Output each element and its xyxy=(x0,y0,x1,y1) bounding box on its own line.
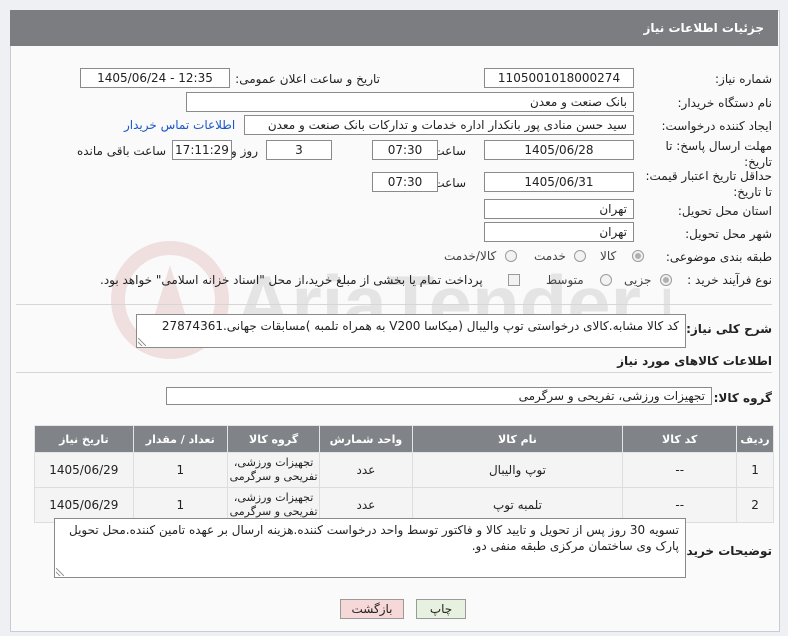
goods-group-label: گروه کالا: xyxy=(713,391,772,405)
description-label: شرح کلی نیاز: xyxy=(686,322,772,336)
category-radio-goods-service[interactable] xyxy=(505,250,517,262)
col-header-unit: واحد شمارش xyxy=(319,425,413,453)
print-button[interactable]: چاپ xyxy=(416,599,466,619)
category-option-goods: کالا xyxy=(600,249,617,263)
validity-time-label: ساعت xyxy=(433,176,466,190)
process-radio-medium[interactable] xyxy=(600,274,612,286)
cell-goods-group: تجهیزات ورزشی، تفریحی و سرگرمی xyxy=(226,452,321,488)
table-header-row: ردیف کد کالا نام کالا واحد شمارش گروه کا… xyxy=(34,425,774,453)
cell-goods-code: -- xyxy=(622,452,738,488)
validity-time-field: 07:30 xyxy=(372,172,438,192)
days-remaining-field: 3 xyxy=(266,140,332,160)
description-field: کد کالا مشابه.کالای درخواستی توپ والیبال… xyxy=(136,314,686,348)
category-radio-service[interactable] xyxy=(574,250,586,262)
need-number-label: شماره نیاز: xyxy=(715,72,772,86)
goods-table: ردیف کد کالا نام کالا واحد شمارش گروه کا… xyxy=(34,425,774,523)
cell-row-number: 1 xyxy=(736,452,774,488)
cell-goods-name: توپ والیبال xyxy=(411,452,624,488)
buyer-notes-text: تسویه 30 روز پس از تحویل و تایید کالا و … xyxy=(68,523,679,553)
category-radio-goods[interactable] xyxy=(632,250,644,262)
section-divider xyxy=(16,304,772,305)
announce-label: تاریخ و ساعت اعلان عمومی: xyxy=(235,72,380,86)
province-label: استان محل تحویل: xyxy=(677,204,772,218)
deadline-label-line-1: مهلت ارسال پاسخ: تا xyxy=(665,139,772,153)
treasury-payment-checkbox[interactable] xyxy=(508,274,520,286)
category-option-service: خدمت xyxy=(534,249,566,263)
province-field: تهران xyxy=(484,199,634,219)
need-number-field: 1105001018000274 xyxy=(484,68,634,88)
goods-group-field: تجهیزات ورزشی، تفریحی و سرگرمی xyxy=(166,387,712,405)
deadline-time-label: ساعت xyxy=(433,144,466,158)
cell-row-number: 2 xyxy=(736,487,774,523)
process-option-medium: متوسط xyxy=(546,273,584,287)
goods-info-divider xyxy=(16,372,772,373)
remaining-time-label: ساعت باقی مانده xyxy=(76,144,166,158)
resize-handle-icon[interactable] xyxy=(138,338,146,346)
remaining-time-field: 17:11:29 xyxy=(172,140,232,160)
deadline-time-field: 07:30 xyxy=(372,140,438,160)
goods-info-title: اطلاعات کالاهای مورد نیاز xyxy=(617,354,772,368)
buyer-contact-link[interactable]: اطلاعات تماس خریدار xyxy=(124,118,235,132)
validity-label-line-1: حداقل تاریخ اعتبار قیمت: xyxy=(645,169,772,183)
description-text: کد کالا مشابه.کالای درخواستی توپ والیبال… xyxy=(161,319,679,333)
validity-date-field: 1405/06/31 xyxy=(484,172,634,192)
col-header-quantity: تعداد / مقدار xyxy=(132,425,228,453)
treasury-payment-note: پرداخت تمام یا بخشی از مبلغ خرید،از محل … xyxy=(100,273,483,287)
deadline-date-field: 1405/06/28 xyxy=(484,140,634,160)
creator-field: سید حسن منادی پور بانکدار اداره خدمات و … xyxy=(244,115,634,135)
days-label: روز و xyxy=(231,144,258,158)
col-header-goods-name: نام کالا xyxy=(411,425,624,453)
page-title: جزئیات اطلاعات نیاز xyxy=(643,21,764,35)
buyer-field: بانک صنعت و معدن xyxy=(186,92,634,112)
cell-need-date: 1405/06/29 xyxy=(34,452,134,488)
col-header-goods-group: گروه کالا xyxy=(226,425,321,453)
process-radio-minor[interactable] xyxy=(660,274,672,286)
back-button[interactable]: بازگشت xyxy=(340,599,404,619)
category-option-goods-service: کالا/خدمت xyxy=(444,249,497,263)
page-header: جزئیات اطلاعات نیاز xyxy=(10,10,778,46)
deadline-label: مهلت ارسال پاسخ: تا تاریخ: xyxy=(665,138,772,170)
buyer-label: نام دستگاه خریدار: xyxy=(677,96,773,110)
city-field: تهران xyxy=(484,222,634,242)
col-header-row-number: ردیف xyxy=(736,425,774,453)
creator-label: ایجاد کننده درخواست: xyxy=(661,119,772,133)
cell-unit: عدد xyxy=(319,452,413,488)
buyer-notes-field: تسویه 30 روز پس از تحویل و تایید کالا و … xyxy=(54,518,686,578)
resize-handle-icon[interactable] xyxy=(56,568,64,576)
col-header-need-date: تاریخ نیاز xyxy=(34,425,134,453)
validity-label: حداقل تاریخ اعتبار قیمت: تا تاریخ: xyxy=(645,168,772,200)
process-option-minor: جزیی xyxy=(624,273,652,287)
category-label: طبقه بندی موضوعی: xyxy=(665,250,772,264)
cell-quantity: 1 xyxy=(132,452,228,488)
col-header-goods-code: کد کالا xyxy=(622,425,738,453)
table-row: 1 -- توپ والیبال عدد تجهیزات ورزشی، تفری… xyxy=(34,452,774,488)
validity-label-line-2: تا تاریخ: xyxy=(733,185,772,199)
process-type-label: نوع فرآیند خرید : xyxy=(687,273,772,287)
city-label: شهر محل تحویل: xyxy=(685,227,772,241)
announce-field: 1405/06/24 - 12:35 xyxy=(80,68,230,88)
